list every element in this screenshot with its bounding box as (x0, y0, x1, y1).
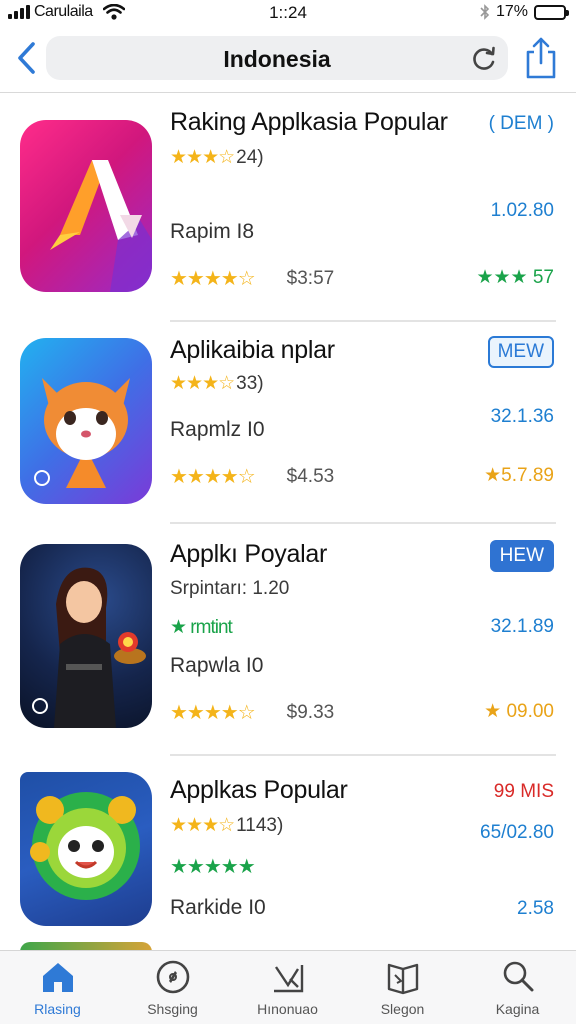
status-badge: 99 MIS (493, 781, 554, 802)
row-divider (170, 522, 556, 524)
rating-count: Srpintarı: 1.20 (170, 578, 290, 599)
rating-count: 33) (236, 372, 264, 394)
rating-line-green: ★★★★★ (170, 854, 256, 879)
nav-bar: Indonesia (0, 30, 576, 92)
book-icon (387, 963, 418, 995)
meta-value: 2.58 (517, 898, 554, 919)
tab-trending[interactable]: Hınonuao (230, 959, 345, 1017)
tab-bar: Rlasing Shsging Hınonuao Slegon Kagina (0, 950, 576, 1024)
rating-line-green: ★ rmtint (170, 616, 233, 639)
tab-label: Hınonuao (257, 1001, 318, 1017)
meta-value: ★ 09.00 (484, 701, 554, 722)
address-text: Indonesia (223, 46, 331, 72)
rating-price-line: ★★★★☆ $4.53 (170, 464, 334, 489)
rating-stars: ★★★★☆ (170, 466, 256, 488)
rating-stars: ★★★☆ (170, 373, 235, 394)
share-icon (526, 37, 556, 79)
rating-price-line: ★★★★☆ $9.33 (170, 700, 334, 725)
meta-value: 65/02.80 (480, 822, 554, 843)
app-name[interactable]: Applkı Poyalar (170, 540, 327, 569)
chevron-left-icon (18, 42, 35, 74)
tab-label: Shsging (147, 1001, 198, 1017)
tab-home[interactable]: Rlasing (0, 959, 115, 1017)
meta-value: 32.1.89 (490, 616, 554, 637)
rating-line: ★★★☆ 1143) (170, 814, 283, 837)
meta-value: ★5.7.89 (484, 465, 554, 486)
trend-icon (273, 965, 303, 993)
status-badge[interactable]: HEW (489, 540, 554, 572)
rating-count: 1143) (236, 814, 284, 836)
battery-percent: 17% (495, 3, 528, 20)
rating-line: ★★★☆ 24) (170, 146, 264, 169)
rating-stars: ★★★★☆ (170, 268, 256, 290)
tab-library[interactable]: Slegon (345, 959, 460, 1017)
row-divider (170, 754, 556, 756)
subtitle: Rarkide I0 (170, 896, 266, 919)
gradient-a-logo-icon[interactable] (20, 120, 152, 292)
rating-count: 24) (236, 146, 264, 168)
price: $3:57 (286, 267, 335, 289)
list-item[interactable]: Applkı Poyalar HEW Srpintarı: 1.20 ★ rmt… (0, 526, 576, 760)
bluetooth-icon (480, 4, 490, 20)
price: $4.53 (286, 465, 335, 487)
rating-price-line: ★★★★☆ $3:57 (170, 266, 334, 291)
green-tag: ★ rmtint (170, 617, 233, 638)
compass-icon (156, 960, 189, 994)
tab-explore[interactable]: Shsging (115, 959, 230, 1017)
status-right: 17% (480, 3, 569, 21)
rating-line: ★★★☆ 33) (170, 372, 264, 395)
green-stars: ★★★★★ (170, 856, 256, 878)
tab-label: Kagina (495, 1001, 540, 1017)
meta-value: ★★★ 57 (476, 267, 554, 288)
subtitle: Rapmlz I0 (170, 418, 265, 441)
lion-mascot-icon[interactable] (20, 772, 152, 926)
list-item[interactable]: Aplikaibia nplar MEW ★★★☆ 33) 32.1.36 Ra… (0, 322, 576, 526)
tab-label: Rlasing (34, 1001, 81, 1017)
app-name[interactable]: Aplikaibia nplar (170, 336, 335, 365)
list-item[interactable]: Applkas Popular 99 MIS ★★★☆ 1143) 65/02.… (0, 760, 576, 950)
search-icon (503, 961, 533, 992)
rating-stars: ★★★★☆ (170, 702, 256, 724)
price: $9.33 (286, 701, 335, 723)
hero-character-icon[interactable] (20, 544, 152, 728)
meta-value: 1.02.80 (490, 200, 554, 221)
status-badge: ( DEM ) (488, 113, 554, 134)
home-icon (42, 963, 73, 992)
tab-label: Slegon (380, 1001, 425, 1017)
rating-line: Srpintarı: 1.20 (170, 578, 289, 600)
back-button[interactable] (10, 38, 44, 78)
tab-search[interactable]: Kagina (460, 959, 575, 1017)
rating-stars: ★★★☆ (170, 147, 235, 168)
fox-mascot-icon[interactable] (20, 338, 152, 504)
app-name[interactable]: Raking Applkasia Popular (170, 108, 448, 137)
reload-icon[interactable] (470, 45, 498, 73)
app-name[interactable]: Applkas Popular (170, 776, 348, 805)
rating-stars: ★★★☆ (170, 815, 235, 836)
battery-icon (534, 4, 569, 20)
meta-value: 32.1.36 (490, 406, 554, 427)
nav-divider (0, 92, 576, 93)
status-badge[interactable]: MEW (487, 336, 554, 368)
list-item[interactable]: Raking Applkasia Popular ( DEM ) ★★★☆ 24… (0, 94, 576, 322)
subtitle: Rapwla I0 (170, 654, 264, 677)
address-field[interactable]: Indonesia (46, 36, 508, 80)
subtitle: Rapim I8 (170, 220, 255, 243)
share-button[interactable] (522, 36, 560, 80)
status-bar: Carulaila 1::24 17% (0, 0, 576, 26)
